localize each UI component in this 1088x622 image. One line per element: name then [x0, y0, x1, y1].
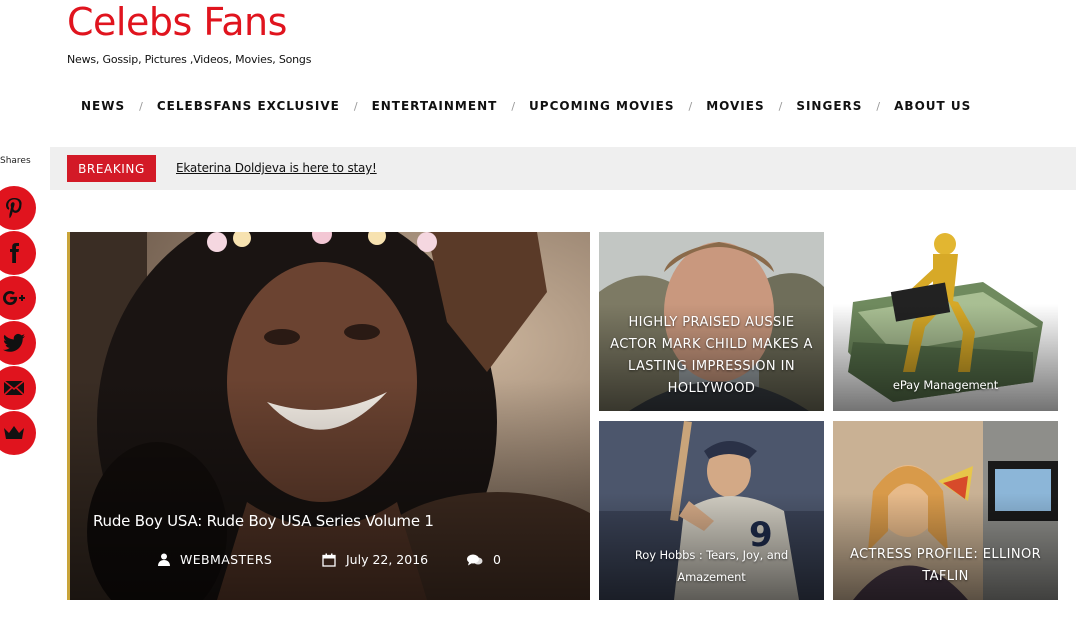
post-card[interactable]: 9 Roy Hobbs : Tears, Joy, and Amazement: [599, 421, 824, 600]
post-date: July 22, 2016: [322, 552, 428, 567]
post-comments[interactable]: 0: [467, 552, 501, 567]
google-plus-icon: [3, 291, 25, 305]
post-card-title[interactable]: HIGHLY PRAISED AUSSIE ACTOR MARK CHILD M…: [609, 312, 814, 400]
post-card-title[interactable]: Roy Hobbs : Tears, Joy, and Amazement: [627, 544, 796, 588]
crown-icon: [4, 426, 24, 439]
twitter-icon: [3, 333, 25, 352]
nav-item-singers[interactable]: SINGERS: [796, 99, 862, 113]
site-title[interactable]: Celebs Fans: [67, 0, 287, 44]
comments-icon: [467, 554, 483, 565]
nav-item-upcoming-movies[interactable]: UPCOMING MOVIES: [529, 99, 674, 113]
featured-post-title[interactable]: Rude Boy USA: Rude Boy USA Series Volume…: [93, 512, 434, 530]
post-date-text: July 22, 2016: [346, 552, 429, 567]
post-author-name: WEBMASTERS: [180, 552, 273, 567]
post-card-overlay: [833, 303, 1058, 411]
site-tagline: News, Gossip, Pictures ,Videos, Movies, …: [67, 53, 312, 66]
share-twitter-button[interactable]: [0, 321, 36, 365]
breaking-news-bar: BREAKING Ekaterina Doldjeva is here to s…: [50, 147, 1076, 190]
post-card-title[interactable]: ePay Management: [843, 378, 1048, 392]
email-icon: [3, 380, 25, 396]
calendar-icon: [322, 553, 336, 567]
nav-separator: /: [353, 99, 358, 113]
nav-item-about-us[interactable]: ABOUT US: [894, 99, 971, 113]
featured-post-card[interactable]: [67, 232, 590, 600]
share-crown-button[interactable]: [0, 411, 36, 455]
nav-separator: /: [876, 99, 881, 113]
share-pinterest-button[interactable]: [0, 186, 36, 230]
post-card-title[interactable]: ACTRESS PROFILE: ELLINOR TAFLIN: [843, 544, 1048, 588]
nav-separator: /: [511, 99, 516, 113]
nav-item-news[interactable]: NEWS: [81, 99, 125, 113]
share-google-plus-button[interactable]: [0, 276, 36, 320]
facebook-icon: [10, 243, 19, 263]
pinterest-icon: [6, 198, 22, 219]
nav-item-movies[interactable]: MOVIES: [706, 99, 764, 113]
post-card[interactable]: ACTRESS PROFILE: ELLINOR TAFLIN: [833, 421, 1058, 600]
post-author[interactable]: WEBMASTERS: [158, 552, 272, 567]
nav-separator: /: [139, 99, 143, 113]
post-card[interactable]: ePay Management: [833, 232, 1058, 411]
user-icon: [158, 553, 170, 566]
nav-separator: /: [688, 99, 693, 113]
nav-separator: /: [778, 99, 783, 113]
main-nav: NEWS / CELEBSFANS EXCLUSIVE / ENTERTAINM…: [81, 96, 971, 116]
shares-label: Shares: [0, 156, 31, 166]
post-card[interactable]: HIGHLY PRAISED AUSSIE ACTOR MARK CHILD M…: [599, 232, 824, 411]
featured-accent-bar: [67, 232, 70, 600]
breaking-headline-link[interactable]: Ekaterina Doldjeva is here to stay!: [176, 161, 377, 175]
nav-item-celebsfans-exclusive[interactable]: CELEBSFANS EXCLUSIVE: [157, 99, 340, 113]
share-email-button[interactable]: [0, 366, 36, 410]
share-facebook-button[interactable]: [0, 231, 36, 275]
post-comments-count: 0: [493, 552, 501, 567]
breaking-label: BREAKING: [67, 155, 156, 182]
nav-item-entertainment[interactable]: ENTERTAINMENT: [372, 99, 498, 113]
